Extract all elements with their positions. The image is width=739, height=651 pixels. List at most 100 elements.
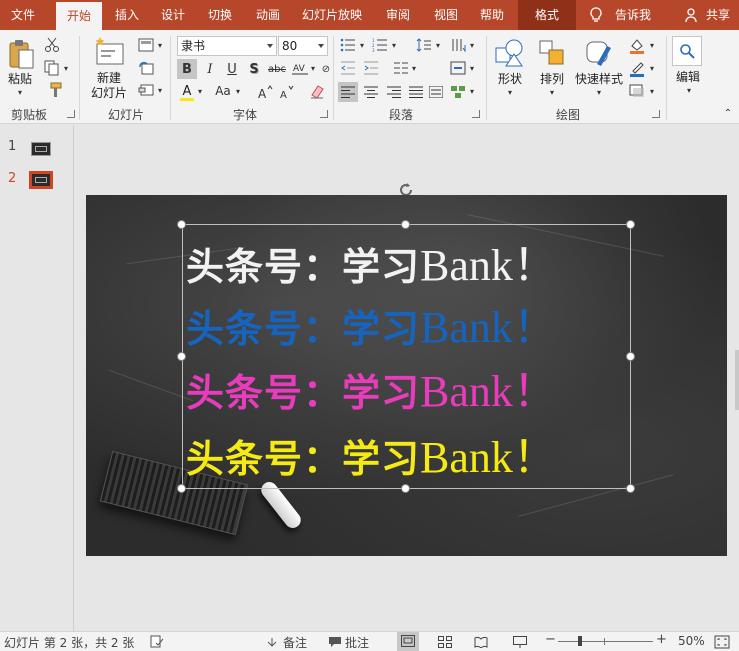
reset-slide-icon[interactable] xyxy=(138,61,154,75)
slide-sorter-icon[interactable] xyxy=(438,636,452,648)
tab-transitions[interactable]: 切换 xyxy=(198,0,242,30)
line-spacing-icon[interactable] xyxy=(416,38,432,52)
tab-home[interactable]: 开始 xyxy=(56,2,102,30)
align-center-button[interactable] xyxy=(361,82,381,102)
new-slide-icon[interactable] xyxy=(93,36,125,66)
section-dropdown-caret[interactable]: ▾ xyxy=(156,85,164,95)
align-left-button[interactable] xyxy=(338,82,358,102)
resize-handle-top[interactable] xyxy=(401,220,410,229)
numbering-icon[interactable]: 123 xyxy=(372,38,388,52)
share-button[interactable]: 共享 xyxy=(702,0,734,30)
font-color-dropdown-caret[interactable]: ▾ xyxy=(196,86,204,96)
fit-to-window-icon[interactable] xyxy=(714,635,730,649)
slide-text-line-pink[interactable]: 头条号：学习Bank！ xyxy=(186,362,557,422)
collapse-ribbon-icon[interactable]: ⌃ xyxy=(722,108,734,119)
font-size-combobox[interactable]: 80 xyxy=(278,36,328,56)
new-slide-label-line1[interactable]: 新建 xyxy=(84,71,134,86)
slide-text-line-white[interactable]: 头条号：学习Bank！ xyxy=(186,236,557,296)
drawing-launcher-icon[interactable] xyxy=(652,110,660,118)
shape-fill-icon[interactable] xyxy=(629,38,645,54)
shadow-button[interactable]: S xyxy=(245,59,263,79)
shapes-icon[interactable] xyxy=(494,38,526,68)
bullets-icon[interactable] xyxy=(340,38,356,52)
spellcheck-icon[interactable] xyxy=(150,635,164,648)
editing-dropdown-caret[interactable]: ▾ xyxy=(684,86,694,95)
section-icon[interactable] xyxy=(138,83,154,97)
smartart-icon[interactable] xyxy=(450,84,466,100)
tab-view[interactable]: 视图 xyxy=(426,0,466,30)
shape-outline-dropdown-caret[interactable]: ▾ xyxy=(648,63,656,73)
resize-handle-bottom-left[interactable] xyxy=(177,484,186,493)
distributed-button[interactable] xyxy=(426,82,446,102)
comments-icon[interactable] xyxy=(328,636,342,648)
italic-button[interactable]: I xyxy=(201,59,219,79)
text-direction-icon[interactable] xyxy=(450,38,466,52)
layout-dropdown-caret[interactable]: ▾ xyxy=(156,40,164,50)
arrange-label[interactable]: 排列 xyxy=(532,72,572,87)
resize-handle-bottom-right[interactable] xyxy=(626,484,635,493)
tab-insert[interactable]: 插入 xyxy=(106,0,148,30)
slide-text-line-yellow[interactable]: 头条号：学习Bank！ xyxy=(186,428,557,488)
cut-icon[interactable] xyxy=(44,37,60,53)
columns-dropdown-caret[interactable]: ▾ xyxy=(410,63,418,73)
justify-button[interactable] xyxy=(406,82,426,102)
zoom-slider-thumb[interactable] xyxy=(578,636,582,646)
shape-effects-dropdown-caret[interactable]: ▾ xyxy=(648,86,656,96)
bullets-dropdown-caret[interactable]: ▾ xyxy=(358,40,366,50)
paste-icon[interactable] xyxy=(7,38,35,70)
resize-handle-top-left[interactable] xyxy=(177,220,186,229)
character-spacing-icon[interactable]: AV xyxy=(291,61,309,77)
tab-review[interactable]: 审阅 xyxy=(378,0,418,30)
zoom-out-button[interactable]: − xyxy=(545,632,556,647)
zoom-level[interactable]: 50% xyxy=(678,634,705,648)
decrease-font-icon[interactable]: A xyxy=(279,84,295,100)
copy-dropdown-caret[interactable]: ▾ xyxy=(62,63,70,73)
font-size-caret[interactable] xyxy=(318,44,324,48)
zoom-in-button[interactable]: + xyxy=(656,632,667,647)
zoom-slider-track[interactable] xyxy=(558,641,653,642)
person-icon[interactable] xyxy=(684,7,700,23)
clipboard-launcher-icon[interactable] xyxy=(67,110,75,118)
spacing-dropdown-caret[interactable]: ▾ xyxy=(309,63,317,73)
resize-handle-left[interactable] xyxy=(177,352,186,361)
arrange-dropdown-caret[interactable]: ▾ xyxy=(547,88,557,97)
format-painter-icon[interactable] xyxy=(44,82,62,98)
tab-animations[interactable]: 动画 xyxy=(246,0,290,30)
align-text-icon[interactable] xyxy=(450,61,466,75)
change-case-button[interactable]: Aa xyxy=(212,82,234,100)
paragraph-launcher-icon[interactable] xyxy=(472,110,480,118)
quick-styles-label[interactable]: 快速样式 xyxy=(572,72,626,87)
tab-slideshow[interactable]: 幻灯片放映 xyxy=(296,0,368,30)
line-spacing-dropdown-caret[interactable]: ▾ xyxy=(434,40,442,50)
reading-view-icon[interactable] xyxy=(474,636,488,648)
change-case-dropdown-caret[interactable]: ▾ xyxy=(234,86,242,96)
copy-icon[interactable] xyxy=(44,60,60,76)
layout-icon[interactable] xyxy=(138,38,154,52)
clear-format-small-icon[interactable]: ⊘ xyxy=(321,59,331,79)
shape-effects-icon[interactable] xyxy=(629,84,645,98)
underline-button[interactable]: U xyxy=(223,59,241,79)
quick-styles-dropdown-caret[interactable]: ▾ xyxy=(594,88,604,97)
columns-icon[interactable] xyxy=(393,61,409,75)
resize-handle-right[interactable] xyxy=(626,352,635,361)
slide-thumbnail[interactable] xyxy=(31,142,51,156)
clear-formatting-icon[interactable] xyxy=(309,83,325,99)
smartart-dropdown-caret[interactable]: ▾ xyxy=(468,86,476,96)
strikethrough-button[interactable]: abc xyxy=(265,59,289,79)
shape-outline-icon[interactable] xyxy=(629,61,645,77)
text-direction-dropdown-caret[interactable]: ▾ xyxy=(468,40,476,50)
shape-fill-dropdown-caret[interactable]: ▾ xyxy=(648,40,656,50)
tab-format[interactable]: 格式 xyxy=(518,0,576,30)
slide-thumbnail-selected[interactable] xyxy=(29,171,53,189)
align-right-button[interactable] xyxy=(384,82,404,102)
normal-view-button[interactable] xyxy=(397,632,419,651)
lightbulb-icon[interactable] xyxy=(588,7,604,23)
font-name-combobox[interactable]: 隶书 xyxy=(177,36,277,56)
notes-icon[interactable] xyxy=(266,636,278,648)
notes-button[interactable]: 备注 xyxy=(283,634,307,651)
bold-button[interactable]: B xyxy=(177,59,197,79)
comments-button[interactable]: 批注 xyxy=(345,634,369,651)
vertical-scrollbar[interactable] xyxy=(735,350,739,410)
decrease-indent-icon[interactable] xyxy=(340,61,356,75)
shapes-label[interactable]: 形状 xyxy=(490,72,530,87)
